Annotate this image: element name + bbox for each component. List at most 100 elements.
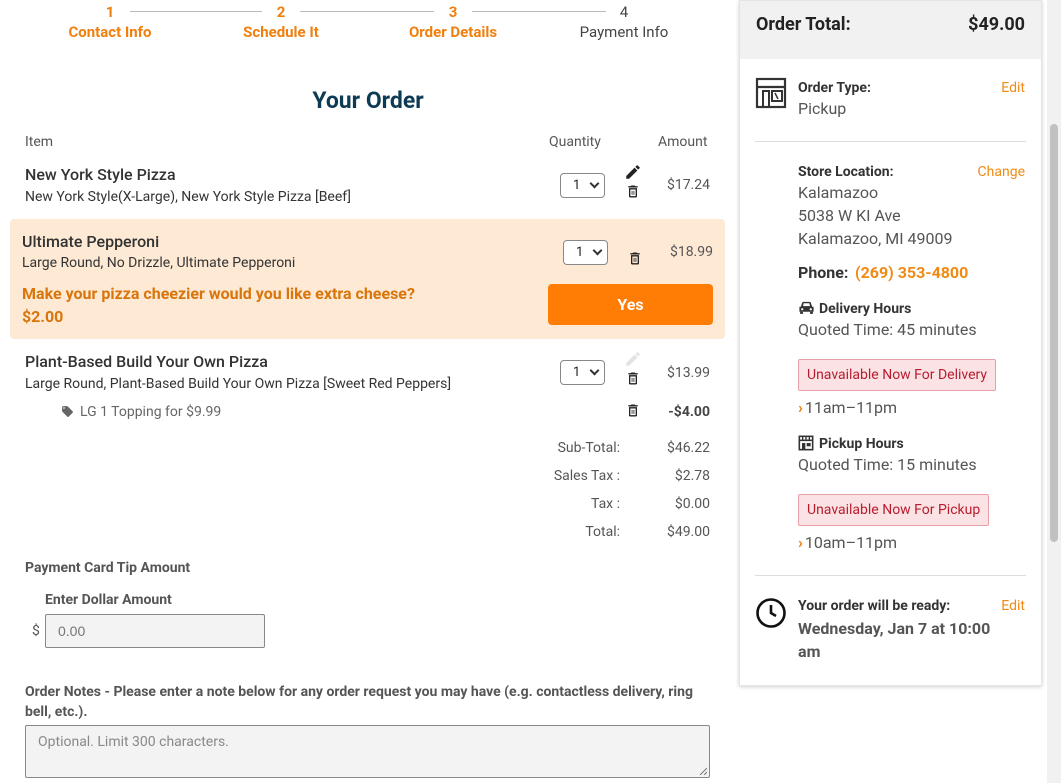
subtotal-value: $46.22 [666,440,710,456]
step-payment-info: 4 Payment Info [544,2,704,42]
item-amount: $17.24 [666,177,710,193]
total-value: $49.00 [666,524,710,540]
page-title: Your Order [312,87,424,114]
tax-label: Tax : [590,496,620,512]
car-icon [799,301,814,314]
trash-icon[interactable] [627,250,643,267]
delivery-quoted-time: Quoted Time: 45 minutes [798,320,977,339]
step-contact-info[interactable]: 1 Contact Info [30,2,190,42]
item-amount: $13.99 [666,365,710,381]
item-description: Large Round, Plant-Based Build Your Own … [25,376,452,392]
order-notes-placeholder: Optional. Limit 300 characters. [38,734,229,750]
sales-tax-label: Sales Tax : [553,468,620,484]
upsell-question-text: Make your pizza cheezier would you like … [22,284,415,303]
pickup-hours-value: 10am–11pm [804,533,898,552]
quantity-select[interactable]: 1 [560,173,605,198]
store-icon [798,435,814,451]
step-label: Order Details [408,23,498,41]
item-name: New York Style Pizza [25,165,176,184]
step-number: 3 [448,3,458,21]
panel-header: Order Total: $49.00 [740,1,1041,59]
step-label: Schedule It [243,23,319,41]
step-order-details[interactable]: 3 Order Details [373,2,533,42]
tax-value: $0.00 [674,496,710,512]
divider [755,575,1026,576]
item-name: Plant-Based Build Your Own Pizza [25,352,268,371]
item-description: New York Style(X-Large), New York Style … [25,189,351,205]
tip-subtitle: Enter Dollar Amount [45,592,172,608]
order-notes-title: Order Notes - Please enter a note below … [25,684,693,720]
store-location-label: Store Location: [798,164,894,180]
column-header-quantity: Quantity [549,134,601,150]
step-schedule-it[interactable]: 2 Schedule It [201,2,361,42]
pickup-quoted-time: Quoted Time: 15 minutes [798,455,977,474]
order-summary-panel: Order Total: $49.00 Order Type: Pickup E… [739,0,1042,686]
upsell-yes-button[interactable]: Yes [548,284,713,325]
delivery-hours-label: Delivery Hours [819,301,912,317]
store-name: Kalamazoo [798,183,879,202]
currency-symbol: $ [32,623,40,639]
step-number: 1 [105,3,115,21]
subtotal-label: Sub-Total: [557,440,620,456]
resize-handle-icon[interactable] [699,767,707,775]
chevron-right-icon: › [798,533,803,552]
upsell-card: Ultimate Pepperoni Large Round, No Drizz… [10,219,725,339]
pickup-hours-label: Pickup Hours [819,436,904,452]
step-label: Payment Info [579,23,669,41]
trash-icon[interactable] [625,183,641,200]
step-number: 4 [619,3,629,21]
quantity-select[interactable]: 1 [563,240,608,265]
trash-icon[interactable] [625,370,641,387]
column-header-item: Item [25,134,54,150]
step-number: 2 [276,3,286,21]
order-total-label: Order Total: [756,14,851,35]
upsell-price: $2.00 [22,307,64,326]
clock-icon [756,598,786,628]
pencil-icon [626,352,640,366]
chevron-down-icon [592,245,603,256]
change-store-link[interactable]: Change [978,164,1025,180]
item-amount: $18.99 [669,244,713,260]
pickup-hours: › 10am–11pm [798,533,897,552]
order-type-label: Order Type: [798,80,871,96]
sales-tax-value: $2.78 [674,468,710,484]
scrollbar-track[interactable] [1047,0,1061,783]
store-street: 5038 W KI Ave [798,206,901,225]
divider [755,141,1026,142]
chevron-down-icon [589,365,600,376]
order-notes-textarea[interactable]: Optional. Limit 300 characters. [25,725,710,778]
storefront-icon [755,77,787,109]
delivery-hours: › 11am–11pm [798,398,897,417]
checkout-stepper: 1 Contact Info 2 Schedule It 3 Order Det… [0,0,740,50]
quantity-value: 1 [576,245,584,260]
upsell-question: Make your pizza cheezier would you like … [22,282,415,328]
coupon-label: LG 1 Topping for $9.99 [80,404,222,420]
phone-link[interactable]: (269) 353-4800 [855,263,968,282]
store-city: Kalamazoo, MI 49009 [798,229,953,248]
delivery-unavailable-badge: Unavailable Now For Delivery [798,359,996,391]
total-label: Total: [585,524,620,540]
tag-icon [62,406,73,417]
edit-order-type-link[interactable]: Edit [1001,80,1025,96]
ready-time-label: Your order will be ready: [798,598,951,614]
chevron-down-icon [589,178,600,189]
tip-title: Payment Card Tip Amount [25,560,191,576]
trash-icon[interactable] [625,402,641,419]
tip-amount-input[interactable] [45,614,265,648]
item-name: Ultimate Pepperoni [22,232,160,251]
delivery-hours-value: 11am–11pm [804,398,898,417]
chevron-right-icon: › [798,398,803,417]
quantity-value: 1 [573,365,581,380]
order-type-value: Pickup [798,99,847,118]
ready-time-value: Wednesday, Jan 7 at 10:00 am [798,619,991,661]
quantity-select[interactable]: 1 [560,360,605,385]
coupon-amount: -$4.00 [668,404,710,420]
column-header-amount: Amount [658,134,708,150]
step-label: Contact Info [68,23,152,41]
pencil-icon[interactable] [624,163,642,181]
edit-ready-time-link[interactable]: Edit [1001,598,1025,614]
quantity-value: 1 [573,178,581,193]
pickup-unavailable-badge: Unavailable Now For Pickup [798,494,990,526]
scrollbar-thumb[interactable] [1050,124,1058,542]
order-total-value: $49.00 [968,14,1025,35]
